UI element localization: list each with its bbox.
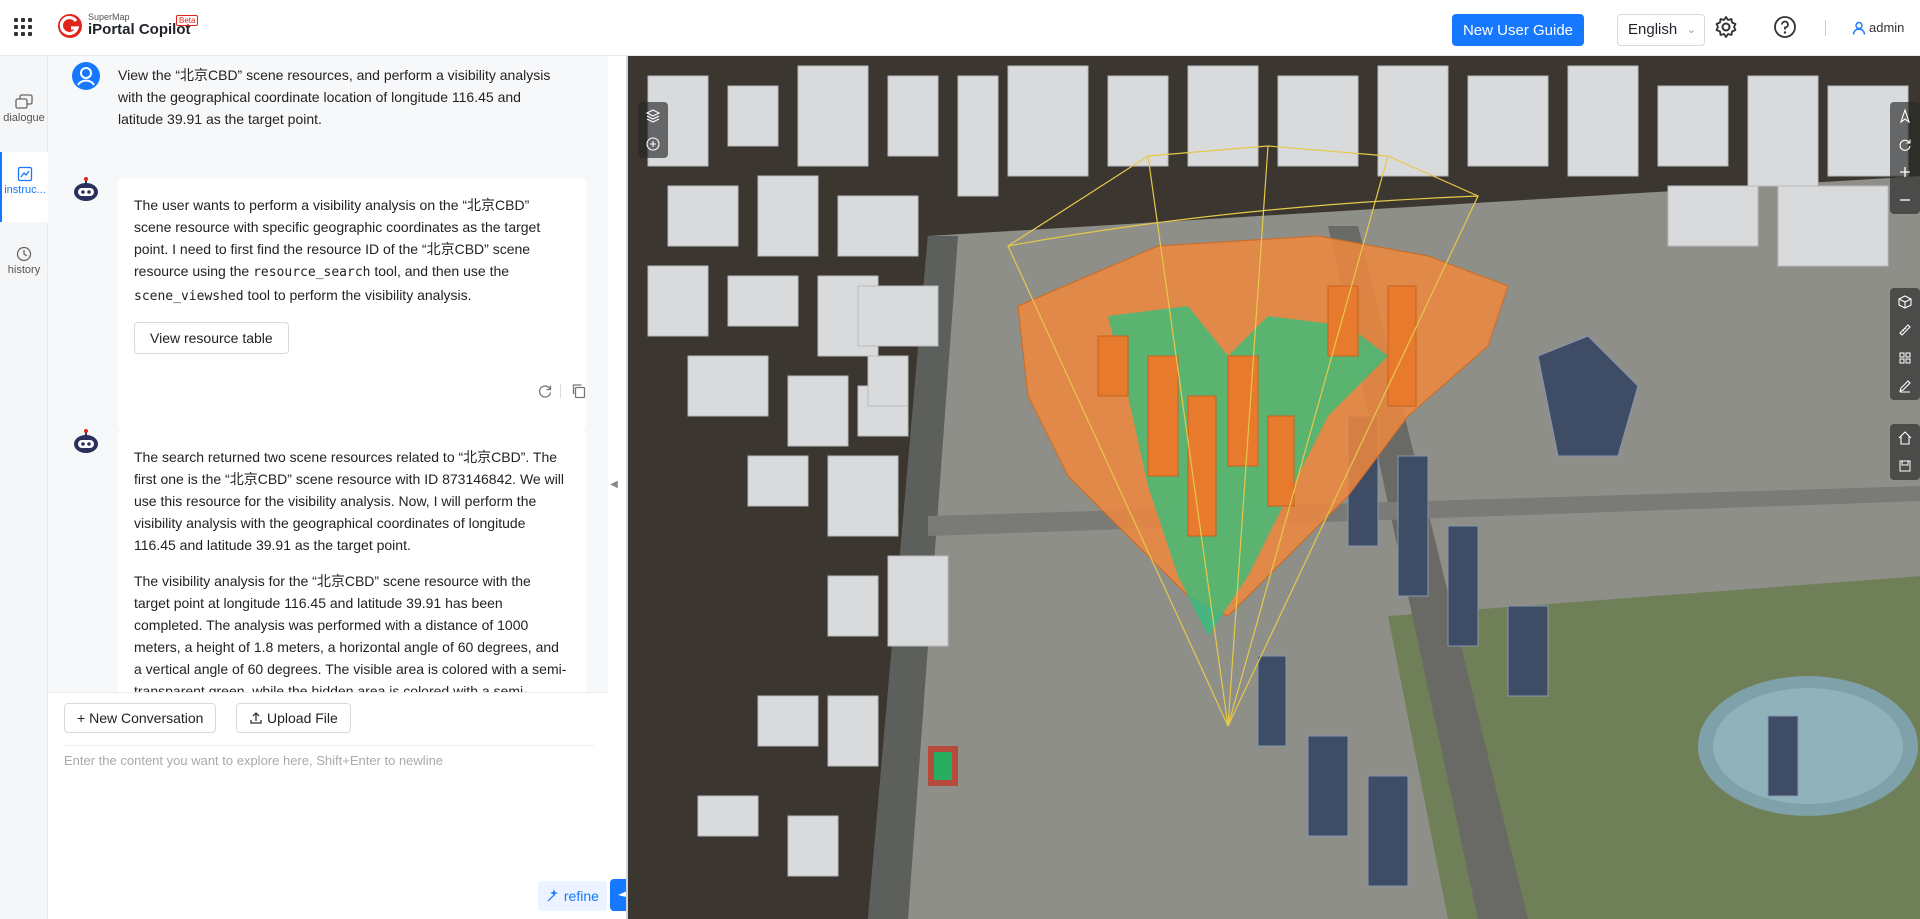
refine-button[interactable]: refine [538, 881, 607, 911]
chevron-down-icon: ⌄ [1686, 24, 1696, 36]
language-select[interactable]: English ⌄ [1617, 14, 1705, 46]
rail-item-label: history [7, 264, 41, 276]
upload-icon [250, 712, 262, 724]
instruction-icon [17, 166, 33, 182]
rotate-icon[interactable] [1890, 130, 1920, 158]
new-user-guide-button[interactable]: New User Guide [1452, 14, 1584, 46]
supermap-logo [58, 14, 82, 38]
scene-map-viewport[interactable] [626, 56, 1920, 919]
new-conversation-button[interactable]: + New Conversation [64, 703, 217, 733]
plus-icon: + [77, 710, 90, 726]
measure-icon[interactable] [1890, 316, 1920, 344]
chat-input[interactable] [64, 753, 594, 863]
assistant-reply-text: The search returned two scene resources … [134, 449, 565, 553]
layers-icon[interactable] [638, 102, 668, 130]
bot-avatar-icon [74, 177, 98, 201]
assistant-reply-card: The search returned two scene resources … [118, 430, 586, 692]
message-composer: + New Conversation Upload File refine [48, 692, 642, 919]
regenerate-icon[interactable] [536, 382, 554, 400]
map-view-toolbar [1890, 424, 1920, 480]
grid-icon[interactable] [1890, 344, 1920, 372]
tool-name-code: scene_viewshed [134, 289, 244, 304]
history-icon [16, 246, 32, 262]
rail-item-history[interactable]: history [0, 246, 48, 316]
tool-name-code: resource_search [253, 265, 371, 280]
collapse-panel-icon[interactable]: ◀ [608, 470, 620, 500]
beta-badge: Beta [176, 15, 199, 26]
edit-icon[interactable] [1890, 372, 1920, 400]
3d-city-scene[interactable] [628, 56, 1920, 919]
add-layer-icon[interactable] [638, 130, 668, 158]
zoom-in-icon[interactable] [1890, 158, 1920, 186]
left-rail: dialogue instruc... history [0, 56, 48, 919]
user-icon [1852, 21, 1866, 35]
apps-grid-icon[interactable] [14, 18, 32, 36]
map-analysis-toolbar [1890, 288, 1920, 400]
help-icon[interactable] [1773, 15, 1797, 39]
view-resource-table-button[interactable]: View resource table [134, 322, 289, 354]
map-nav-toolbar [1890, 102, 1920, 214]
rail-item-instruction[interactable]: instruc... [0, 152, 48, 222]
bot-avatar-icon [74, 429, 98, 453]
user-menu[interactable]: admin [1852, 20, 1904, 35]
rail-item-label: instruc... [4, 184, 46, 196]
top-header: SuperMap iPortal Copilot Beta New User G… [0, 0, 1920, 56]
header-divider [1825, 20, 1826, 36]
upload-file-button[interactable]: Upload File [236, 703, 351, 733]
magic-wand-icon [547, 889, 558, 902]
user-avatar-icon [72, 62, 100, 90]
home-icon[interactable] [1890, 424, 1920, 452]
cube-icon[interactable] [1890, 288, 1920, 316]
copy-icon[interactable] [570, 382, 588, 400]
assistant-reply-text: The user wants to perform a visibility a… [134, 197, 541, 304]
composer-divider [64, 745, 594, 746]
action-divider [560, 384, 561, 398]
dialogue-icon [15, 94, 33, 109]
language-value: English [1628, 21, 1678, 38]
user-name: admin [1869, 20, 1905, 35]
gear-icon[interactable] [1714, 15, 1738, 39]
compass-icon[interactable] [1890, 102, 1920, 130]
map-left-toolbar [638, 102, 668, 158]
assistant-reply-card: The user wants to perform a visibility a… [118, 178, 586, 430]
rail-item-label: dialogue [3, 112, 45, 124]
assistant-reply-text: The visibility analysis for the “北京CBD” … [134, 573, 567, 692]
chat-panel: View the “北京CBD” scene resources, and pe… [48, 56, 608, 692]
zoom-out-icon[interactable] [1890, 186, 1920, 214]
user-message: View the “北京CBD” scene resources, and pe… [118, 67, 551, 127]
save-view-icon[interactable] [1890, 452, 1920, 480]
